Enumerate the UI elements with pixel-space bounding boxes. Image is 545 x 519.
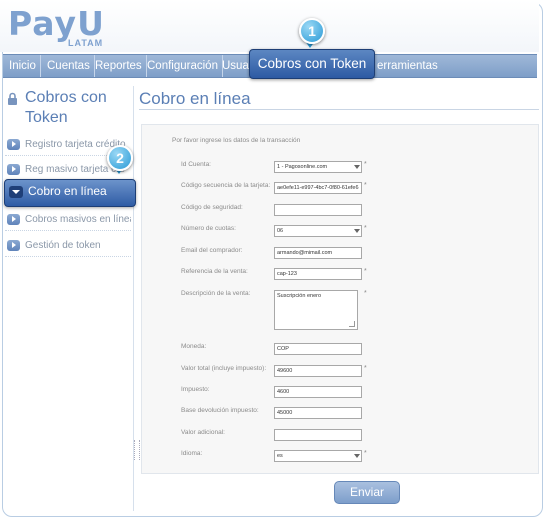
required-mark: * bbox=[364, 290, 367, 297]
referencia-input[interactable]: cap-123 bbox=[274, 268, 362, 280]
submit-button[interactable]: Enviar bbox=[334, 481, 400, 504]
required-mark: * bbox=[364, 225, 367, 232]
nav-item-reportes[interactable]: Reportes bbox=[91, 55, 147, 77]
idioma-select[interactable]: es bbox=[274, 450, 362, 462]
nav-item-herramientas[interactable]: erramientas bbox=[373, 55, 442, 77]
sidebar-title: Cobros con Token bbox=[25, 89, 107, 126]
logo-subtitle: LATAM bbox=[68, 38, 104, 48]
nav-item-usuarios[interactable]: Usuar bbox=[218, 55, 253, 77]
valor-adicional-input[interactable] bbox=[274, 429, 362, 441]
nav-item-cobros-con-token[interactable]: Cobros con Token bbox=[249, 49, 375, 79]
codigo-secuencia-label: Código secuencia de la tarjeta: bbox=[181, 182, 271, 189]
referencia-label: Referencia de la venta: bbox=[181, 268, 248, 275]
base-devolucion-label: Base devolución impuesto: bbox=[181, 407, 259, 414]
id-cuenta-select[interactable]: 1 - Pagosonline.com bbox=[274, 161, 362, 173]
step-badge-1: 1 bbox=[299, 18, 325, 44]
numero-cuotas-value: 06 bbox=[277, 228, 284, 234]
codigo-seguridad-input[interactable] bbox=[274, 204, 362, 216]
moneda-input[interactable]: COP bbox=[274, 343, 362, 355]
moneda-label: Moneda: bbox=[181, 343, 207, 350]
required-mark: * bbox=[364, 161, 367, 168]
arrow-right-icon bbox=[7, 240, 20, 251]
resize-grip-icon[interactable] bbox=[349, 321, 355, 327]
nav-item-inicio[interactable]: Inicio bbox=[5, 55, 41, 77]
arrow-down-icon bbox=[9, 186, 23, 198]
sidebar-item-cobros-masivos[interactable]: Cobros masivos en línea bbox=[5, 210, 131, 231]
required-mark: * bbox=[364, 365, 367, 372]
arrow-right-icon bbox=[7, 164, 20, 175]
page-title: Cobro en línea bbox=[139, 89, 251, 108]
header: PayU LATAM bbox=[0, 0, 539, 52]
id-cuenta-value: 1 - Pagosonline.com bbox=[277, 164, 328, 170]
descripcion-label: Descripción de la venta: bbox=[181, 290, 251, 297]
sidebar-item-label: Cobro en línea bbox=[28, 184, 107, 198]
valor-adicional-label: Valor adicional: bbox=[181, 429, 225, 436]
form-intro: Por favor ingrese los datos de la transa… bbox=[172, 137, 301, 144]
valor-total-label: Valor total (incluye impuesto): bbox=[181, 365, 267, 372]
valor-total-input[interactable]: 49600 bbox=[274, 365, 362, 377]
required-mark: * bbox=[364, 450, 367, 457]
impuesto-label: Impuesto: bbox=[181, 386, 210, 393]
sidebar-item-label: Gestión de token bbox=[25, 240, 101, 251]
arrow-right-icon bbox=[7, 214, 20, 225]
base-devolucion-input[interactable]: 45000 bbox=[274, 407, 362, 419]
required-mark: * bbox=[364, 182, 367, 189]
email-input[interactable]: armando@mimail.com bbox=[274, 247, 362, 259]
step-badge-2: 2 bbox=[107, 145, 133, 171]
numero-cuotas-label: Número de cuotas: bbox=[181, 225, 236, 232]
sidebar-item-cobro-en-linea[interactable]: Cobro en línea bbox=[4, 179, 136, 207]
idioma-value: es bbox=[277, 453, 283, 459]
chevron-down-icon bbox=[354, 454, 360, 458]
panel-splitter[interactable] bbox=[134, 440, 140, 460]
lock-icon bbox=[8, 92, 17, 105]
idioma-label: Idioma: bbox=[181, 450, 203, 457]
required-mark: * bbox=[364, 268, 367, 275]
descripcion-value: Suscripción enero bbox=[277, 293, 322, 299]
sidebar-item-label: Cobros masivos en línea bbox=[25, 214, 131, 225]
nav-item-cuentas[interactable]: Cuentas bbox=[43, 55, 95, 77]
impuesto-input[interactable]: 4600 bbox=[274, 386, 362, 398]
payu-logo[interactable]: PayU bbox=[8, 6, 105, 42]
sidebar-item-gestion-token[interactable]: Gestión de token bbox=[5, 236, 131, 257]
arrow-right-icon bbox=[7, 139, 20, 150]
codigo-seguridad-label: Código de seguridad: bbox=[181, 204, 243, 211]
title-divider bbox=[139, 109, 539, 110]
nav-item-configuracion[interactable]: Configuración bbox=[143, 55, 223, 77]
descripcion-textarea[interactable]: Suscripción enero bbox=[274, 290, 358, 330]
email-label: Email del comprador: bbox=[181, 247, 243, 254]
numero-cuotas-select[interactable]: 06 bbox=[274, 225, 362, 237]
codigo-secuencia-input[interactable]: ae0efe11-e997-4bc7-0f80-61efe6 bbox=[274, 182, 362, 194]
chevron-down-icon bbox=[354, 165, 360, 169]
chevron-down-icon bbox=[354, 229, 360, 233]
id-cuenta-label: Id Cuenta: bbox=[181, 161, 211, 168]
